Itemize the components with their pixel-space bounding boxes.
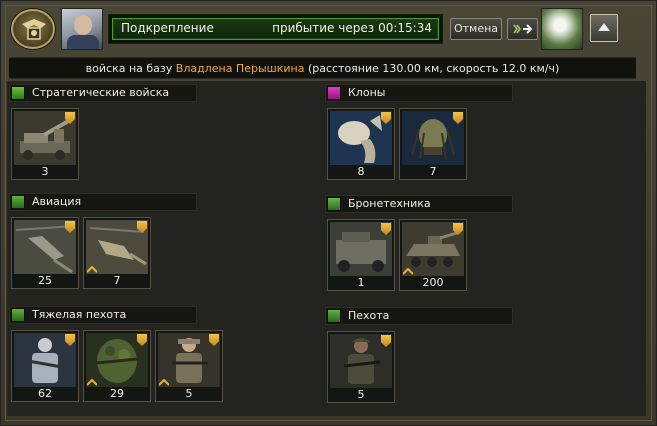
- group-header: Бронетехника: [325, 195, 513, 213]
- send-button[interactable]: [507, 18, 538, 40]
- rank-chevron-icon: [87, 379, 97, 386]
- send-arrow-icon: [513, 24, 533, 34]
- unit-card[interactable]: 5: [155, 330, 223, 402]
- status-label: Подкрепление: [121, 21, 214, 35]
- rank-chevron-icon: [87, 266, 97, 273]
- rank-chevron-icon: [159, 379, 169, 386]
- group-header: Авиация: [9, 193, 197, 211]
- armor-icon: [327, 197, 341, 211]
- eta-text: прибытие через 00:15:34: [272, 21, 432, 35]
- unit-count: 3: [41, 165, 49, 178]
- eta-time: 00:15:34: [378, 21, 432, 35]
- aviation-icon: [11, 195, 25, 209]
- unit-count: 1: [357, 276, 365, 289]
- group-header: Пехота: [325, 307, 513, 325]
- target-player-name[interactable]: Владлена Перышкина: [176, 62, 305, 75]
- group-title: Авиация: [32, 195, 82, 208]
- group-title: Бронетехника: [348, 197, 431, 210]
- cancel-button[interactable]: Отмена: [450, 18, 502, 40]
- unit-card[interactable]: 200: [399, 219, 467, 291]
- unit-count: 7: [429, 165, 437, 178]
- unit-card[interactable]: 29: [83, 330, 151, 402]
- unit-card[interactable]: 7: [399, 108, 467, 180]
- strategic-icon: [11, 86, 25, 100]
- group-title: Тяжелая пехота: [32, 308, 127, 321]
- group-title: Клоны: [348, 86, 386, 99]
- group-header: Клоны: [325, 84, 513, 102]
- unit-card[interactable]: 1: [327, 219, 395, 291]
- troops-panel: Стратегические войска 3 Клоны 8 7 Авиаци…: [7, 81, 646, 416]
- rank-chevron-icon: [403, 268, 413, 275]
- destination-info: войска на базу Владлена Перышкина (расст…: [9, 57, 636, 79]
- unit-count: 5: [185, 387, 193, 400]
- collapse-up-icon[interactable]: [590, 14, 618, 42]
- unit-card[interactable]: 25: [11, 217, 79, 289]
- info-prefix: войска на базу: [85, 62, 173, 75]
- unit-count: 7: [113, 274, 121, 287]
- header-bar: Подкрепление прибытие через 00:15:34 Отме…: [7, 5, 652, 53]
- group-header: Стратегические войска: [9, 84, 197, 102]
- unit-card[interactable]: 3: [11, 108, 79, 180]
- clones-icon: [327, 86, 341, 100]
- unit-count: 62: [38, 387, 52, 400]
- heavy-infantry-icon: [11, 308, 25, 322]
- unit-card[interactable]: 5: [327, 331, 395, 403]
- infantry-icon: [327, 309, 341, 323]
- unit-card[interactable]: 62: [11, 330, 79, 402]
- reinforcement-status-bar: Подкрепление прибытие через 00:15:34: [108, 14, 443, 44]
- target-avatar[interactable]: [541, 8, 583, 50]
- eta-label: прибытие через: [272, 21, 375, 35]
- unit-card[interactable]: 7: [83, 217, 151, 289]
- group-title: Стратегические войска: [32, 86, 170, 99]
- info-details: (расстояние 130.00 км, скорость 12.0 км/…: [307, 62, 560, 75]
- faction-emblem-icon[interactable]: [11, 9, 55, 49]
- unit-count: 5: [357, 388, 365, 401]
- unit-count: 25: [38, 274, 52, 287]
- reinforcement-window: Подкрепление прибытие через 00:15:34 Отме…: [0, 0, 657, 426]
- unit-count: 29: [110, 387, 124, 400]
- unit-count: 200: [422, 276, 444, 289]
- unit-count: 8: [357, 165, 365, 178]
- group-header: Тяжелая пехота: [9, 306, 197, 324]
- group-title: Пехота: [348, 309, 390, 322]
- player-avatar[interactable]: [61, 8, 103, 50]
- unit-card[interactable]: 8: [327, 108, 395, 180]
